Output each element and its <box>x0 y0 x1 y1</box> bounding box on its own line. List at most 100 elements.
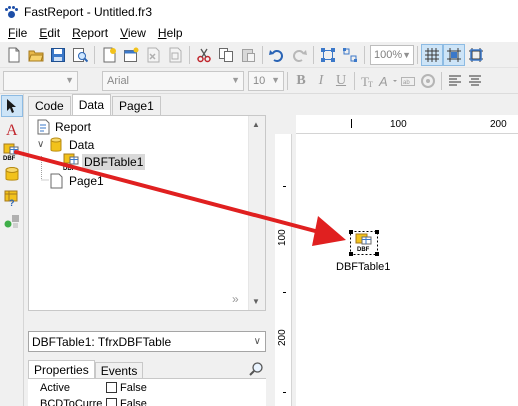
format-icon <box>421 73 435 88</box>
checkbox[interactable] <box>106 382 117 393</box>
database-tool[interactable] <box>1 164 23 186</box>
svg-text:DBF: DBF <box>357 247 370 253</box>
bold-button[interactable]: B <box>291 71 311 91</box>
delete-page-button[interactable] <box>142 44 164 66</box>
select-tool[interactable] <box>1 95 23 117</box>
align-left-button[interactable] <box>445 71 465 91</box>
property-row-active[interactable]: Active False <box>28 380 266 395</box>
undo-button[interactable] <box>266 44 288 66</box>
search-icon <box>249 362 263 376</box>
chevron-down-icon: ▼ <box>402 49 412 60</box>
report-tree: Report ∨ Data DBF DBFTable1 Page1 » ▲ ▼ <box>28 115 266 311</box>
align-to-grid-button[interactable] <box>443 43 465 66</box>
cursor-arrow-icon <box>7 99 16 113</box>
save-button[interactable] <box>47 44 69 66</box>
align-center-button[interactable] <box>465 71 485 91</box>
standard-toolbar: 100% ▼ <box>0 42 518 68</box>
tree-node-report[interactable]: Report <box>35 118 93 135</box>
font-color-button[interactable]: A <box>378 71 398 91</box>
scroll-down-icon[interactable]: ▼ <box>252 297 260 306</box>
zoom-select[interactable]: 100% ▼ <box>370 44 414 65</box>
query-tool[interactable]: ? <box>1 187 23 209</box>
menu-help[interactable]: Help <box>152 26 189 40</box>
tab-events[interactable]: Events <box>94 362 144 379</box>
show-grid-button[interactable] <box>421 43 443 66</box>
svg-text:A: A <box>378 74 388 89</box>
preview-icon <box>73 47 88 62</box>
object-toolbar: A DBF ? <box>0 94 24 406</box>
dbf-table-tool[interactable]: DBF <box>1 141 23 163</box>
group-icon <box>321 47 335 62</box>
copy-icon <box>219 47 233 62</box>
redo-button[interactable] <box>288 44 310 66</box>
shapes-icon <box>4 215 19 228</box>
tree-node-data[interactable]: Data <box>49 136 96 153</box>
font-color-icon: A <box>378 74 397 89</box>
format-button[interactable] <box>418 71 438 91</box>
menu-edit[interactable]: Edit <box>33 26 66 40</box>
ungroup-button[interactable] <box>339 44 361 66</box>
chevron-down-icon: ▼ <box>271 74 280 85</box>
copy-button[interactable] <box>215 44 237 66</box>
new-dialog-button[interactable] <box>120 44 142 66</box>
preview-button[interactable] <box>69 44 91 66</box>
tab-code[interactable]: Code <box>28 96 71 115</box>
menu-report[interactable]: Report <box>66 26 114 40</box>
font-size-select[interactable]: 10 ▼ <box>248 70 284 91</box>
expand-data-icon[interactable]: ∨ <box>37 139 44 150</box>
inspector-tabs: Properties Events <box>28 360 144 379</box>
style-select[interactable]: ▼ <box>3 70 78 91</box>
tree-scrollbar[interactable]: ▲ ▼ <box>248 116 265 310</box>
selection-handle[interactable] <box>349 230 353 234</box>
title-bar: FastReport - Untitled.fr3 <box>0 0 518 23</box>
page-settings-button[interactable] <box>164 44 186 66</box>
ungroup-icon <box>343 47 357 62</box>
new-report-button[interactable] <box>3 44 25 66</box>
tab-properties[interactable]: Properties <box>28 360 95 379</box>
menu-view[interactable]: View <box>114 26 152 40</box>
align-grid-icon <box>447 47 461 62</box>
italic-button[interactable]: I <box>311 71 331 91</box>
object-selector[interactable]: DBFTable1: TfrxDBFTable ∨ <box>28 331 266 352</box>
selection-handle[interactable] <box>349 252 353 256</box>
scroll-up-icon[interactable]: ▲ <box>252 120 260 129</box>
cut-button[interactable] <box>193 44 215 66</box>
tab-data[interactable]: Data <box>71 94 112 115</box>
tab-page1[interactable]: Page1 <box>112 96 161 115</box>
horizontal-ruler: 100 200 <box>296 115 518 134</box>
delete-page-icon <box>147 47 160 62</box>
toolbar-separator <box>313 45 314 64</box>
double-chevron-right-icon[interactable]: » <box>232 292 239 306</box>
shapes-tool[interactable] <box>1 210 23 232</box>
dbf-table-icon: DBF <box>3 143 19 161</box>
report-page[interactable] <box>296 134 518 406</box>
open-button[interactable] <box>25 44 47 66</box>
dbftable1-component[interactable]: DBF <box>349 230 379 256</box>
checkbox[interactable] <box>106 398 117 406</box>
paste-button[interactable] <box>237 44 259 66</box>
tree-node-dbftable1[interactable]: DBF DBFTable1 <box>63 153 146 171</box>
underline-button[interactable]: U <box>331 71 351 91</box>
new-page-button[interactable] <box>98 44 120 66</box>
fit-to-grid-button[interactable] <box>465 44 487 66</box>
highlight-button[interactable]: ab <box>398 71 418 91</box>
align-center-icon <box>469 74 481 86</box>
inspector-search-button[interactable] <box>246 359 266 379</box>
toolbar-separator <box>417 45 418 64</box>
svg-text:?: ? <box>9 198 15 207</box>
new-file-icon <box>8 47 20 62</box>
font-name-select[interactable]: Arial ▼ <box>102 70 244 91</box>
group-button[interactable] <box>317 44 339 66</box>
chevron-down-icon: ∨ <box>253 336 261 347</box>
property-row-bcdtocurrency[interactable]: BCDToCurrer False <box>28 396 266 406</box>
selection-handle[interactable] <box>375 252 379 256</box>
text-tool[interactable]: A <box>1 118 23 140</box>
svg-text:A: A <box>6 122 18 137</box>
menu-file[interactable]: File <box>2 26 33 40</box>
window-title: FastReport - Untitled.fr3 <box>24 4 153 19</box>
text-rotation-button[interactable]: TT <box>358 71 378 91</box>
tree-node-page1[interactable]: Page1 <box>49 172 106 189</box>
grid-icon <box>425 47 439 62</box>
selection-handle[interactable] <box>375 230 379 234</box>
chevron-down-icon: ▼ <box>65 74 74 85</box>
